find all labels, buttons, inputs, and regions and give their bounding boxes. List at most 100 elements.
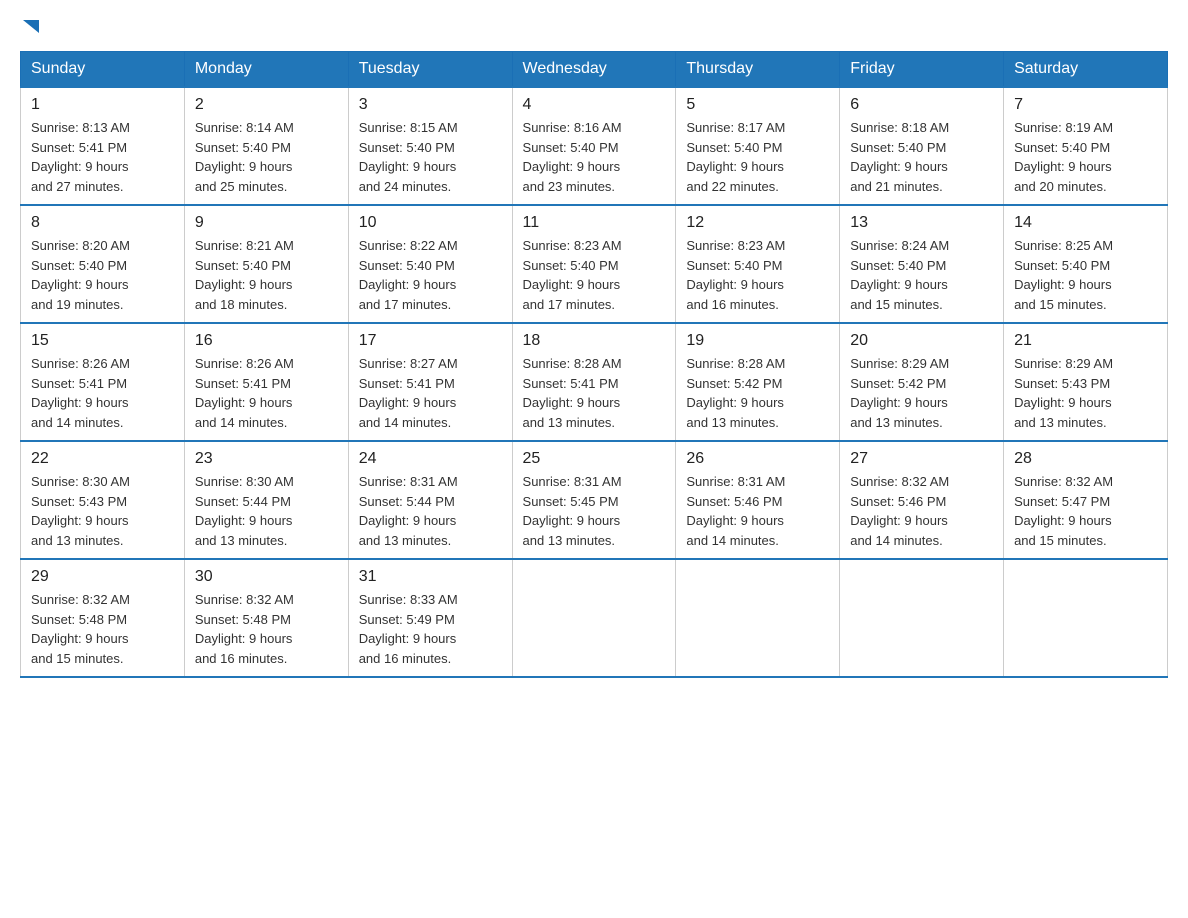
calendar-cell — [840, 559, 1004, 677]
calendar-cell: 6 Sunrise: 8:18 AM Sunset: 5:40 PM Dayli… — [840, 87, 1004, 205]
weekday-header-monday: Monday — [184, 52, 348, 88]
calendar-cell: 4 Sunrise: 8:16 AM Sunset: 5:40 PM Dayli… — [512, 87, 676, 205]
day-info: Sunrise: 8:23 AM Sunset: 5:40 PM Dayligh… — [523, 236, 666, 314]
day-number: 22 — [31, 450, 174, 468]
day-info: Sunrise: 8:23 AM Sunset: 5:40 PM Dayligh… — [686, 236, 829, 314]
day-info: Sunrise: 8:28 AM Sunset: 5:42 PM Dayligh… — [686, 354, 829, 432]
day-number: 14 — [1014, 214, 1157, 232]
calendar-cell: 20 Sunrise: 8:29 AM Sunset: 5:42 PM Dayl… — [840, 323, 1004, 441]
day-number: 19 — [686, 332, 829, 350]
day-info: Sunrise: 8:18 AM Sunset: 5:40 PM Dayligh… — [850, 118, 993, 196]
day-info: Sunrise: 8:22 AM Sunset: 5:40 PM Dayligh… — [359, 236, 502, 314]
calendar-cell: 31 Sunrise: 8:33 AM Sunset: 5:49 PM Dayl… — [348, 559, 512, 677]
calendar-cell: 23 Sunrise: 8:30 AM Sunset: 5:44 PM Dayl… — [184, 441, 348, 559]
day-number: 15 — [31, 332, 174, 350]
weekday-header-row: SundayMondayTuesdayWednesdayThursdayFrid… — [21, 52, 1168, 88]
calendar-cell: 12 Sunrise: 8:23 AM Sunset: 5:40 PM Dayl… — [676, 205, 840, 323]
day-number: 11 — [523, 214, 666, 232]
day-number: 29 — [31, 568, 174, 586]
day-info: Sunrise: 8:20 AM Sunset: 5:40 PM Dayligh… — [31, 236, 174, 314]
calendar-cell: 10 Sunrise: 8:22 AM Sunset: 5:40 PM Dayl… — [348, 205, 512, 323]
calendar-cell: 22 Sunrise: 8:30 AM Sunset: 5:43 PM Dayl… — [21, 441, 185, 559]
day-info: Sunrise: 8:32 AM Sunset: 5:46 PM Dayligh… — [850, 472, 993, 550]
day-number: 17 — [359, 332, 502, 350]
page-header — [20, 20, 1168, 35]
day-info: Sunrise: 8:26 AM Sunset: 5:41 PM Dayligh… — [31, 354, 174, 432]
day-info: Sunrise: 8:15 AM Sunset: 5:40 PM Dayligh… — [359, 118, 502, 196]
day-number: 12 — [686, 214, 829, 232]
day-number: 2 — [195, 96, 338, 114]
calendar-week-2: 8 Sunrise: 8:20 AM Sunset: 5:40 PM Dayli… — [21, 205, 1168, 323]
day-number: 1 — [31, 96, 174, 114]
calendar-cell: 8 Sunrise: 8:20 AM Sunset: 5:40 PM Dayli… — [21, 205, 185, 323]
day-info: Sunrise: 8:33 AM Sunset: 5:49 PM Dayligh… — [359, 590, 502, 668]
day-number: 6 — [850, 96, 993, 114]
day-number: 21 — [1014, 332, 1157, 350]
calendar-cell: 25 Sunrise: 8:31 AM Sunset: 5:45 PM Dayl… — [512, 441, 676, 559]
calendar-cell: 3 Sunrise: 8:15 AM Sunset: 5:40 PM Dayli… — [348, 87, 512, 205]
day-info: Sunrise: 8:19 AM Sunset: 5:40 PM Dayligh… — [1014, 118, 1157, 196]
calendar-cell: 29 Sunrise: 8:32 AM Sunset: 5:48 PM Dayl… — [21, 559, 185, 677]
day-number: 4 — [523, 96, 666, 114]
day-info: Sunrise: 8:27 AM Sunset: 5:41 PM Dayligh… — [359, 354, 502, 432]
calendar-cell: 9 Sunrise: 8:21 AM Sunset: 5:40 PM Dayli… — [184, 205, 348, 323]
calendar-cell: 27 Sunrise: 8:32 AM Sunset: 5:46 PM Dayl… — [840, 441, 1004, 559]
logo-name — [20, 20, 39, 35]
calendar-week-3: 15 Sunrise: 8:26 AM Sunset: 5:41 PM Dayl… — [21, 323, 1168, 441]
weekday-header-tuesday: Tuesday — [348, 52, 512, 88]
calendar-cell: 7 Sunrise: 8:19 AM Sunset: 5:40 PM Dayli… — [1004, 87, 1168, 205]
day-number: 31 — [359, 568, 502, 586]
logo-blue-row — [20, 20, 39, 35]
calendar-week-1: 1 Sunrise: 8:13 AM Sunset: 5:41 PM Dayli… — [21, 87, 1168, 205]
day-number: 7 — [1014, 96, 1157, 114]
day-info: Sunrise: 8:29 AM Sunset: 5:42 PM Dayligh… — [850, 354, 993, 432]
calendar-table: SundayMondayTuesdayWednesdayThursdayFrid… — [20, 51, 1168, 678]
calendar-cell: 13 Sunrise: 8:24 AM Sunset: 5:40 PM Dayl… — [840, 205, 1004, 323]
day-number: 23 — [195, 450, 338, 468]
calendar-cell — [512, 559, 676, 677]
day-info: Sunrise: 8:17 AM Sunset: 5:40 PM Dayligh… — [686, 118, 829, 196]
calendar-cell: 17 Sunrise: 8:27 AM Sunset: 5:41 PM Dayl… — [348, 323, 512, 441]
day-info: Sunrise: 8:24 AM Sunset: 5:40 PM Dayligh… — [850, 236, 993, 314]
day-number: 5 — [686, 96, 829, 114]
weekday-header-sunday: Sunday — [21, 52, 185, 88]
day-info: Sunrise: 8:14 AM Sunset: 5:40 PM Dayligh… — [195, 118, 338, 196]
day-number: 30 — [195, 568, 338, 586]
day-info: Sunrise: 8:32 AM Sunset: 5:47 PM Dayligh… — [1014, 472, 1157, 550]
day-number: 26 — [686, 450, 829, 468]
day-number: 18 — [523, 332, 666, 350]
weekday-header-saturday: Saturday — [1004, 52, 1168, 88]
day-info: Sunrise: 8:28 AM Sunset: 5:41 PM Dayligh… — [523, 354, 666, 432]
day-info: Sunrise: 8:31 AM Sunset: 5:44 PM Dayligh… — [359, 472, 502, 550]
calendar-cell: 2 Sunrise: 8:14 AM Sunset: 5:40 PM Dayli… — [184, 87, 348, 205]
day-info: Sunrise: 8:16 AM Sunset: 5:40 PM Dayligh… — [523, 118, 666, 196]
calendar-cell: 18 Sunrise: 8:28 AM Sunset: 5:41 PM Dayl… — [512, 323, 676, 441]
logo-arrow-icon — [23, 20, 39, 33]
calendar-cell: 19 Sunrise: 8:28 AM Sunset: 5:42 PM Dayl… — [676, 323, 840, 441]
calendar-cell: 30 Sunrise: 8:32 AM Sunset: 5:48 PM Dayl… — [184, 559, 348, 677]
day-info: Sunrise: 8:25 AM Sunset: 5:40 PM Dayligh… — [1014, 236, 1157, 314]
day-number: 28 — [1014, 450, 1157, 468]
day-number: 24 — [359, 450, 502, 468]
day-info: Sunrise: 8:32 AM Sunset: 5:48 PM Dayligh… — [31, 590, 174, 668]
logo — [20, 20, 39, 35]
day-number: 8 — [31, 214, 174, 232]
day-number: 10 — [359, 214, 502, 232]
day-number: 3 — [359, 96, 502, 114]
weekday-header-wednesday: Wednesday — [512, 52, 676, 88]
day-info: Sunrise: 8:21 AM Sunset: 5:40 PM Dayligh… — [195, 236, 338, 314]
calendar-cell: 1 Sunrise: 8:13 AM Sunset: 5:41 PM Dayli… — [21, 87, 185, 205]
day-info: Sunrise: 8:31 AM Sunset: 5:46 PM Dayligh… — [686, 472, 829, 550]
day-number: 20 — [850, 332, 993, 350]
calendar-week-4: 22 Sunrise: 8:30 AM Sunset: 5:43 PM Dayl… — [21, 441, 1168, 559]
calendar-week-5: 29 Sunrise: 8:32 AM Sunset: 5:48 PM Dayl… — [21, 559, 1168, 677]
weekday-header-friday: Friday — [840, 52, 1004, 88]
calendar-cell: 5 Sunrise: 8:17 AM Sunset: 5:40 PM Dayli… — [676, 87, 840, 205]
calendar-cell: 28 Sunrise: 8:32 AM Sunset: 5:47 PM Dayl… — [1004, 441, 1168, 559]
day-info: Sunrise: 8:30 AM Sunset: 5:43 PM Dayligh… — [31, 472, 174, 550]
day-number: 9 — [195, 214, 338, 232]
calendar-cell: 15 Sunrise: 8:26 AM Sunset: 5:41 PM Dayl… — [21, 323, 185, 441]
calendar-cell: 21 Sunrise: 8:29 AM Sunset: 5:43 PM Dayl… — [1004, 323, 1168, 441]
day-info: Sunrise: 8:29 AM Sunset: 5:43 PM Dayligh… — [1014, 354, 1157, 432]
day-number: 13 — [850, 214, 993, 232]
